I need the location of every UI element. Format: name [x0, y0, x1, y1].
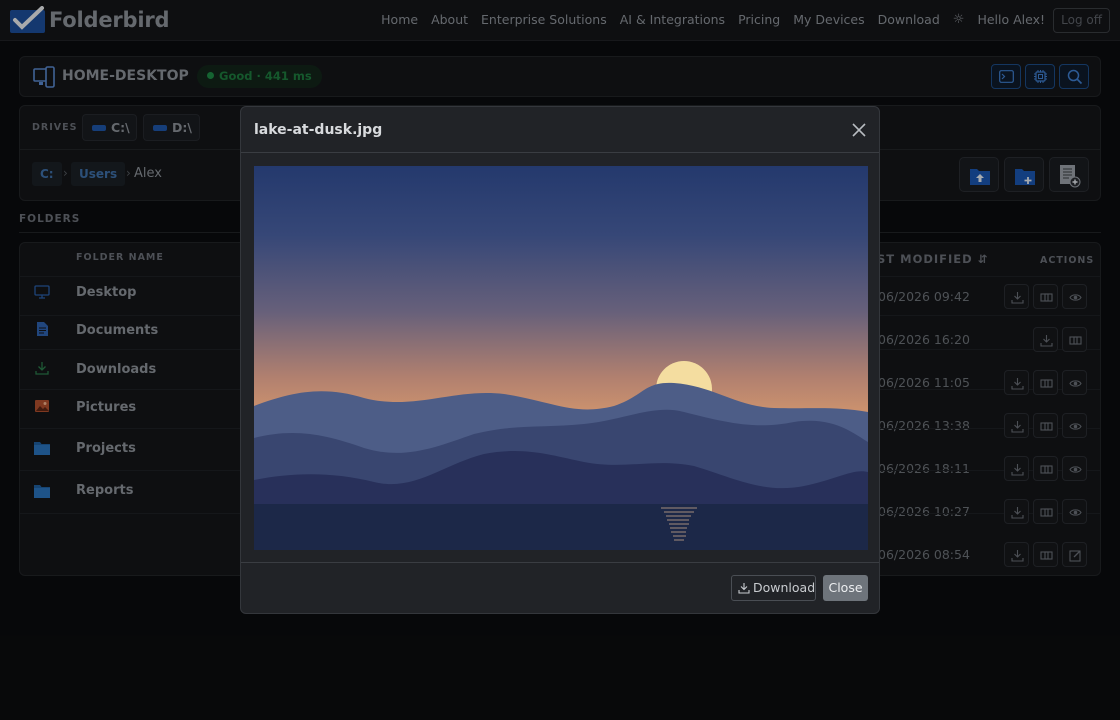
download-icon	[738, 583, 750, 594]
divider	[241, 562, 879, 563]
download-label: Download	[753, 580, 816, 595]
close-button[interactable]: Close	[823, 575, 868, 601]
preview-image	[254, 166, 868, 550]
download-button[interactable]: Download	[731, 575, 816, 601]
close-icon[interactable]	[851, 122, 867, 138]
modal-title: lake-at-dusk.jpg	[254, 122, 383, 138]
divider	[241, 152, 879, 153]
image-preview-modal: lake-at-dusk.jpg Download Close	[240, 106, 880, 614]
